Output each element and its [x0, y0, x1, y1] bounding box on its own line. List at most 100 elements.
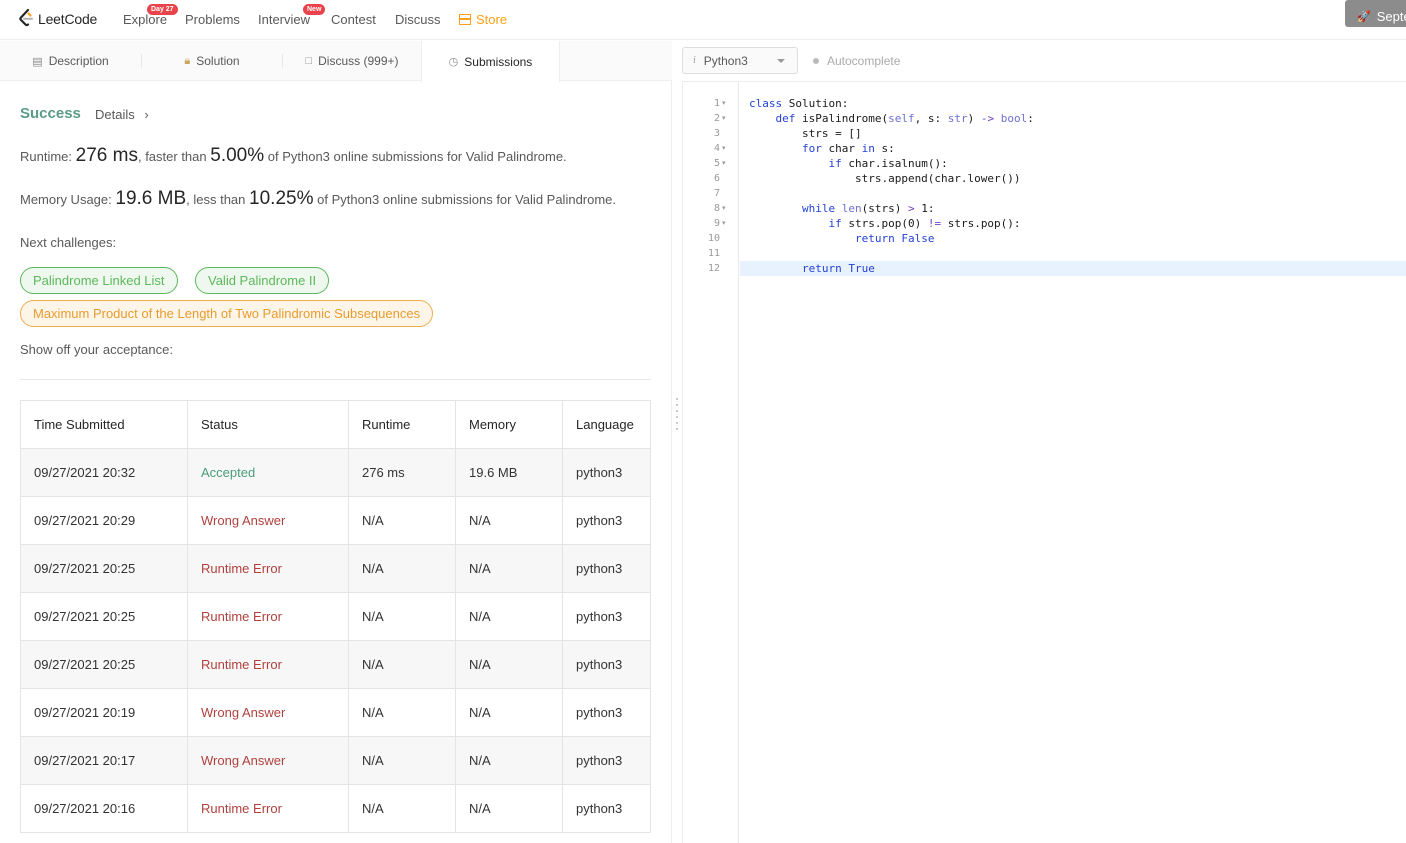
promo-button[interactable]: 🚀 Septe — [1345, 0, 1406, 27]
table-row[interactable]: 09/27/2021 20:25 Runtime Error N/A N/A p… — [20, 640, 651, 689]
cell-time: 09/27/2021 20:16 — [20, 784, 188, 833]
cell-status[interactable]: Runtime Error — [187, 640, 349, 689]
chevron-right-icon: › — [144, 107, 149, 122]
language-select[interactable]: i Python3 — [682, 47, 798, 74]
show-off-label: Show off your acceptance: — [20, 342, 173, 357]
table-row[interactable]: 09/27/2021 20:32 Accepted 276 ms 19.6 MB… — [20, 448, 651, 497]
submissions-table: Time Submitted Status Runtime Memory Lan… — [20, 400, 651, 833]
code-line[interactable] — [740, 246, 1406, 261]
fold-arrow-icon[interactable]: ▾ — [722, 141, 726, 156]
col-header-status[interactable]: Status — [187, 400, 349, 449]
fold-arrow-icon[interactable]: ▾ — [722, 96, 726, 111]
code-line[interactable]: return True — [740, 261, 1406, 276]
fold-arrow-icon[interactable]: ▾ — [722, 201, 726, 216]
tab-submissions[interactable]: ◷ Submissions — [421, 41, 560, 82]
cell-memory: N/A — [455, 592, 563, 641]
new-badge: New — [303, 4, 326, 15]
tab-solution[interactable]: 🔒︎ Solution — [142, 41, 282, 81]
code-line[interactable]: return False — [740, 231, 1406, 246]
col-header-runtime[interactable]: Runtime — [348, 400, 456, 449]
col-header-memory[interactable]: Memory — [455, 400, 563, 449]
nav-contest[interactable]: Contest — [331, 12, 376, 27]
cell-status[interactable]: Runtime Error — [187, 544, 349, 593]
cell-runtime: N/A — [348, 496, 456, 545]
cell-memory: N/A — [455, 544, 563, 593]
next-challenges-label: Next challenges: — [20, 235, 117, 250]
table-row[interactable]: 09/27/2021 20:17 Wrong Answer N/A N/A py… — [20, 736, 651, 785]
logo-text: LeetCode — [38, 10, 98, 27]
cell-status[interactable]: Wrong Answer — [187, 688, 349, 737]
nav-problems-label: Problems — [185, 12, 240, 27]
store-icon — [458, 14, 471, 25]
clock-icon: ◷ — [448, 56, 459, 68]
cell-status[interactable]: Wrong Answer — [187, 496, 349, 545]
details-label: Details — [95, 107, 135, 122]
fold-arrow-icon[interactable]: ▾ — [722, 111, 726, 126]
table-row[interactable]: 09/27/2021 20:16 Runtime Error N/A N/A p… — [20, 784, 651, 833]
tab-description[interactable]: ▤ Description — [0, 41, 141, 81]
line-number: 4 — [713, 143, 720, 154]
cell-runtime: N/A — [348, 640, 456, 689]
cell-language: python3 — [562, 544, 651, 593]
cell-memory: N/A — [455, 736, 563, 785]
submission-panel: Success Details › Runtime: 276 ms, faste… — [0, 81, 672, 843]
table-row[interactable]: 09/27/2021 20:19 Wrong Answer N/A N/A py… — [20, 688, 651, 737]
nav-interview[interactable]: New Interview — [258, 4, 326, 27]
cell-memory: N/A — [455, 688, 563, 737]
runtime-mid: , faster than — [137, 149, 207, 164]
memory-stat: Memory Usage: 19.6 MB, less than 10.25% … — [20, 188, 616, 210]
fold-arrow-icon[interactable]: ▾ — [722, 216, 726, 231]
autocomplete-toggle[interactable]: Autocomplete — [813, 54, 900, 68]
line-number: 9 — [713, 218, 720, 229]
cell-language: python3 — [562, 640, 651, 689]
code-line[interactable]: class Solution: — [740, 96, 1406, 111]
nav-problems[interactable]: Problems — [185, 12, 240, 27]
tab-description-label: Description — [48, 54, 109, 68]
cell-time: 09/27/2021 20:25 — [20, 640, 188, 689]
code-editor[interactable]: class Solution: def isPalindrome(self, s… — [740, 82, 1406, 843]
code-line[interactable]: while len(strs) > 1: — [740, 201, 1406, 216]
discuss-icon: □ — [305, 55, 313, 67]
day-badge: Day 27 — [147, 4, 178, 15]
line-number: 5 — [713, 158, 720, 169]
description-icon: ▤ — [32, 55, 43, 68]
cell-status[interactable]: Accepted — [187, 448, 349, 497]
code-line[interactable]: if char.isalnum(): — [740, 156, 1406, 171]
cell-status[interactable]: Runtime Error — [187, 592, 349, 641]
cell-status[interactable]: Wrong Answer — [187, 736, 349, 785]
table-row[interactable]: 09/27/2021 20:25 Runtime Error N/A N/A p… — [20, 592, 651, 641]
memory-value: 19.6 MB — [115, 188, 187, 209]
nav-discuss[interactable]: Discuss — [395, 12, 441, 27]
code-line[interactable]: strs = [] — [740, 126, 1406, 141]
code-line[interactable] — [740, 186, 1406, 201]
details-link[interactable]: Details › — [95, 107, 149, 122]
cell-language: python3 — [562, 784, 651, 833]
col-header-time[interactable]: Time Submitted — [20, 400, 188, 449]
challenge-pill[interactable]: Maximum Product of the Length of Two Pal… — [20, 300, 434, 327]
code-line[interactable]: for char in s: — [740, 141, 1406, 156]
nav-store[interactable]: Store — [458, 12, 507, 27]
col-header-language[interactable]: Language — [562, 400, 651, 449]
code-line[interactable]: if strs.pop(0) != strs.pop(): — [740, 216, 1406, 231]
resize-handle[interactable] — [676, 398, 678, 442]
cell-time: 09/27/2021 20:19 — [20, 688, 188, 737]
leetcode-logo-icon — [19, 9, 33, 27]
fold-arrow-icon[interactable]: ▾ — [722, 156, 726, 171]
line-number: 1 — [713, 98, 720, 109]
table-row[interactable]: 09/27/2021 20:29 Wrong Answer N/A N/A py… — [20, 496, 651, 545]
nav-explore[interactable]: Day 27 Explore — [123, 4, 178, 27]
cell-language: python3 — [562, 736, 651, 785]
cell-time: 09/27/2021 20:17 — [20, 736, 188, 785]
nav-contest-label: Contest — [331, 12, 376, 27]
table-row[interactable]: 09/27/2021 20:25 Runtime Error N/A N/A p… — [20, 544, 651, 593]
code-line[interactable]: strs.append(char.lower()) — [740, 171, 1406, 186]
table-header-row: Time Submitted Status Runtime Memory Lan… — [20, 400, 651, 449]
challenge-pill[interactable]: Palindrome Linked List — [20, 267, 178, 294]
leetcode-logo[interactable]: LeetCode — [18, 9, 97, 28]
tab-discuss[interactable]: □ Discuss (999+) — [283, 41, 421, 81]
chevron-down-icon — [777, 59, 785, 63]
cell-status[interactable]: Runtime Error — [187, 784, 349, 833]
cell-runtime: 276 ms — [348, 448, 456, 497]
code-line[interactable]: def isPalindrome(self, s: str) -> bool: — [740, 111, 1406, 126]
challenge-pill[interactable]: Valid Palindrome II — [195, 267, 330, 294]
